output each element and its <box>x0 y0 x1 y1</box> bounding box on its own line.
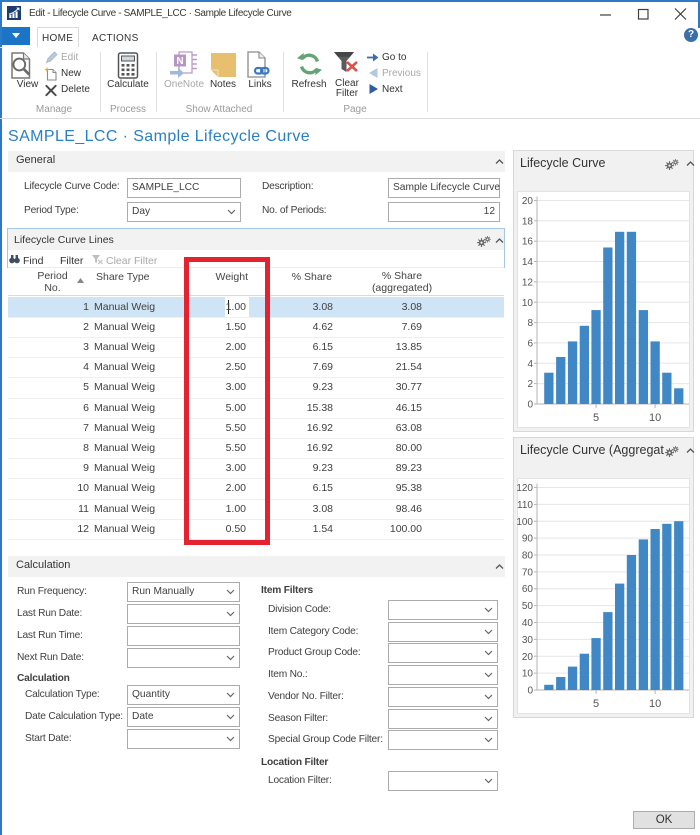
svg-text:14: 14 <box>522 257 534 268</box>
svg-text:100: 100 <box>516 517 533 528</box>
svg-text:90: 90 <box>522 534 534 545</box>
svg-text:8: 8 <box>527 318 533 329</box>
svg-text:10: 10 <box>522 298 534 309</box>
svg-text:0: 0 <box>527 400 533 411</box>
svg-text:50: 50 <box>522 601 534 612</box>
svg-text:N: N <box>176 56 183 67</box>
svg-text:20: 20 <box>522 196 534 207</box>
svg-text:5: 5 <box>593 412 599 424</box>
svg-text:40: 40 <box>522 618 534 629</box>
svg-text:10: 10 <box>522 669 534 680</box>
svg-text:2: 2 <box>527 379 533 390</box>
svg-text:60: 60 <box>522 584 534 595</box>
svg-text:4: 4 <box>527 359 533 370</box>
svg-text:16: 16 <box>522 237 534 248</box>
svg-text:120: 120 <box>516 483 533 494</box>
svg-text:10: 10 <box>649 698 661 710</box>
svg-text:10: 10 <box>649 412 661 424</box>
svg-text:5: 5 <box>593 698 599 710</box>
svg-text:30: 30 <box>522 635 534 646</box>
svg-text:70: 70 <box>522 567 534 578</box>
svg-text:80: 80 <box>522 551 534 562</box>
svg-text:110: 110 <box>517 500 533 511</box>
svg-text:6: 6 <box>527 338 533 349</box>
svg-text:18: 18 <box>522 216 534 227</box>
svg-text:12: 12 <box>522 277 534 288</box>
svg-text:20: 20 <box>522 652 534 663</box>
svg-text:0: 0 <box>527 686 533 697</box>
